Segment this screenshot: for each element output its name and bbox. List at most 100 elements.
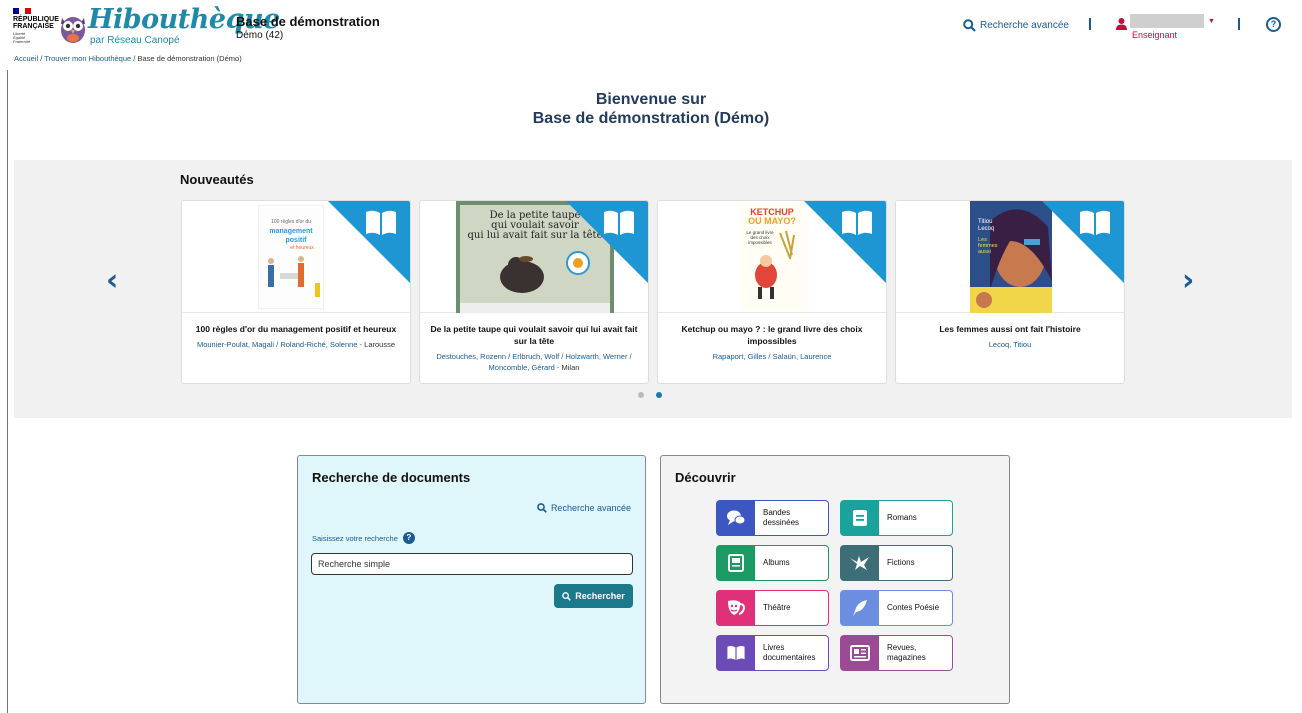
category-romans[interactable]: Romans <box>840 500 953 536</box>
book-authors: Destouches, Rozenn / Erlbruch, Wolf / Ho… <box>436 352 632 372</box>
book-title: Ketchup ou mayo ? : le grand livre des c… <box>681 324 863 346</box>
svg-text:management: management <box>269 228 313 235</box>
carousel-pagination <box>638 392 662 398</box>
book-authors-text: Destouches, Rozenn / Erlbruch, Wolf / Ho… <box>436 352 632 372</box>
advanced-search-link[interactable]: Recherche avancée <box>537 503 631 513</box>
brand-subtitle: par Réseau Canopé <box>90 35 180 46</box>
picture-book-icon <box>717 546 755 580</box>
quill-icon <box>841 591 879 625</box>
category-contes-poesie[interactable]: Contes Poésie <box>840 590 953 626</box>
header-advanced-search-label: Recherche avancée <box>980 20 1069 31</box>
book-type-icon <box>1080 210 1110 235</box>
category-fictions[interactable]: Fictions <box>840 545 953 581</box>
dragon-icon <box>841 546 879 580</box>
breadcrumb-current: Base de démonstration (Démo) <box>137 54 242 63</box>
rf-line-1: RÉPUBLIQUE <box>13 16 59 23</box>
user-name-redacted <box>1130 14 1204 28</box>
book-lines-icon <box>841 501 879 535</box>
book-card[interactable]: KETCHUP OU MAYO? Le grand livre des choi… <box>657 200 887 384</box>
rf-motto-3: Fraternité <box>13 39 31 44</box>
category-livres-documentaires[interactable]: Livres documentaires <box>716 635 829 671</box>
book-cover: Titiou Lecoq Les femmes aussi <box>896 201 1124 313</box>
newspaper-icon <box>841 636 879 670</box>
speech-bubbles-icon <box>717 501 755 535</box>
cover-management-image: 100 règles d'or du management positif et… <box>258 205 324 309</box>
search-label: Saisissez votre recherche ? <box>312 532 415 544</box>
book-cover: De la petite taupe qui voulait savoir qu… <box>420 201 648 313</box>
book-title: De la petite taupe qui voulait savoir qu… <box>430 324 638 346</box>
caret-down-icon: ▼ <box>1208 18 1215 25</box>
category-bandes-dessinees[interactable]: Bandes dessinées <box>716 500 829 536</box>
carousel-title: Nouveautés <box>180 172 254 187</box>
help-icon[interactable]: ? <box>1266 17 1281 32</box>
book-title: 100 règles d'or du management positif et… <box>195 324 397 334</box>
svg-text:Lecoq: Lecoq <box>978 226 994 232</box>
category-label: Livres documentaires <box>763 643 816 662</box>
carousel-dot-active[interactable] <box>656 392 662 398</box>
open-book-icon <box>717 636 755 670</box>
cover-ketchup-image: KETCHUP OU MAYO? Le grand livre des choi… <box>740 203 804 311</box>
advanced-search-label: Recherche avancée <box>550 503 631 513</box>
book-card[interactable]: De la petite taupe qui voulait savoir qu… <box>419 200 649 384</box>
category-label: Théâtre <box>763 603 791 612</box>
book-cover: KETCHUP OU MAYO? Le grand livre des choi… <box>658 201 886 313</box>
book-cover: 100 règles d'or du management positif et… <box>182 201 410 313</box>
svg-text:Titiou: Titiou <box>978 219 992 225</box>
republique-francaise-logo[interactable]: RÉPUBLIQUE FRANÇAISE Liberté Égalité Fra… <box>13 8 59 46</box>
svg-text:positif: positif <box>286 237 308 244</box>
book-type-icon <box>604 210 634 235</box>
book-authors: Lecoq, Titiou <box>988 340 1032 349</box>
breadcrumb: Accueil / Trouver mon Hibouthèque / Base… <box>14 54 242 63</box>
svg-text:100 règles d'or du: 100 règles d'or du <box>271 219 311 225</box>
breadcrumb-separator: / <box>133 54 136 63</box>
breadcrumb-home[interactable]: Accueil <box>14 54 38 63</box>
search-button[interactable]: Rechercher <box>554 584 633 608</box>
help-icon[interactable]: ? <box>402 532 415 544</box>
category-label: Bandes dessinées <box>763 508 800 527</box>
book-card[interactable]: 100 règles d'or du management positif et… <box>181 200 411 384</box>
book-authors-text: Mounier-Poulat, Magali / Roland-Riché, S… <box>196 340 358 349</box>
user-role: Enseignant <box>1132 30 1178 40</box>
search-label-text: Saisissez votre recherche <box>312 533 398 543</box>
search-input[interactable] <box>311 553 633 575</box>
category-label: Fictions <box>887 558 915 567</box>
carousel-dot[interactable] <box>638 392 644 398</box>
category-theatre[interactable]: Théâtre <box>716 590 829 626</box>
svg-text:OU MAYO?: OU MAYO? <box>748 216 796 226</box>
document-search-panel: Recherche de documents Recherche avancée… <box>297 455 646 704</box>
user-icon <box>1116 18 1127 30</box>
carousel-prev-icon[interactable]: ‹ <box>106 266 118 296</box>
book-title: Les femmes aussi ont fait l'histoire <box>939 324 1081 334</box>
french-flag-icon <box>13 8 31 14</box>
user-menu[interactable]: ▼ Enseignant <box>1116 14 1220 40</box>
breadcrumb-separator: / <box>40 54 43 63</box>
breadcrumb-find[interactable]: Trouver mon Hibouthèque <box>44 54 131 63</box>
book-type-icon <box>366 210 396 235</box>
discover-panel: Découvrir Bandes dessinées Romans Albums… <box>660 455 1010 704</box>
left-border <box>7 70 8 713</box>
book-card[interactable]: Titiou Lecoq Les femmes aussi Les femmes… <box>895 200 1125 384</box>
search-icon <box>963 19 976 32</box>
welcome-line-2: Base de démonstration (Démo) <box>532 110 770 127</box>
header-divider <box>1238 18 1240 30</box>
carousel-next-icon[interactable]: › <box>1182 266 1194 296</box>
search-icon <box>537 503 547 513</box>
svg-text:impossibles: impossibles <box>748 240 772 245</box>
category-albums[interactable]: Albums <box>716 545 829 581</box>
book-authors: Mounier-Poulat, Magali / Roland-Riché, S… <box>196 340 396 349</box>
header: RÉPUBLIQUE FRANÇAISE Liberté Égalité Fra… <box>0 0 1302 52</box>
owl-logo-icon[interactable] <box>59 10 87 44</box>
category-revues-magazines[interactable]: Revues, magazines <box>840 635 953 671</box>
news-carousel: Nouveautés ‹ › 100 règles d'or du manage… <box>14 160 1292 418</box>
rf-line-2: FRANÇAISE <box>13 23 54 30</box>
book-publisher: Milan <box>561 363 580 372</box>
book-type-icon <box>842 210 872 235</box>
cover-femmes-image: Titiou Lecoq Les femmes aussi <box>970 201 1052 313</box>
welcome-line-1: Bienvenue sur <box>595 91 707 108</box>
header-advanced-search-link[interactable]: Recherche avancée <box>963 19 1069 32</box>
category-label: Revues, magazines <box>887 643 926 662</box>
search-panel-title: Recherche de documents <box>312 470 471 485</box>
search-icon <box>562 591 572 601</box>
category-label: Albums <box>763 558 790 567</box>
header-divider <box>1089 18 1091 30</box>
